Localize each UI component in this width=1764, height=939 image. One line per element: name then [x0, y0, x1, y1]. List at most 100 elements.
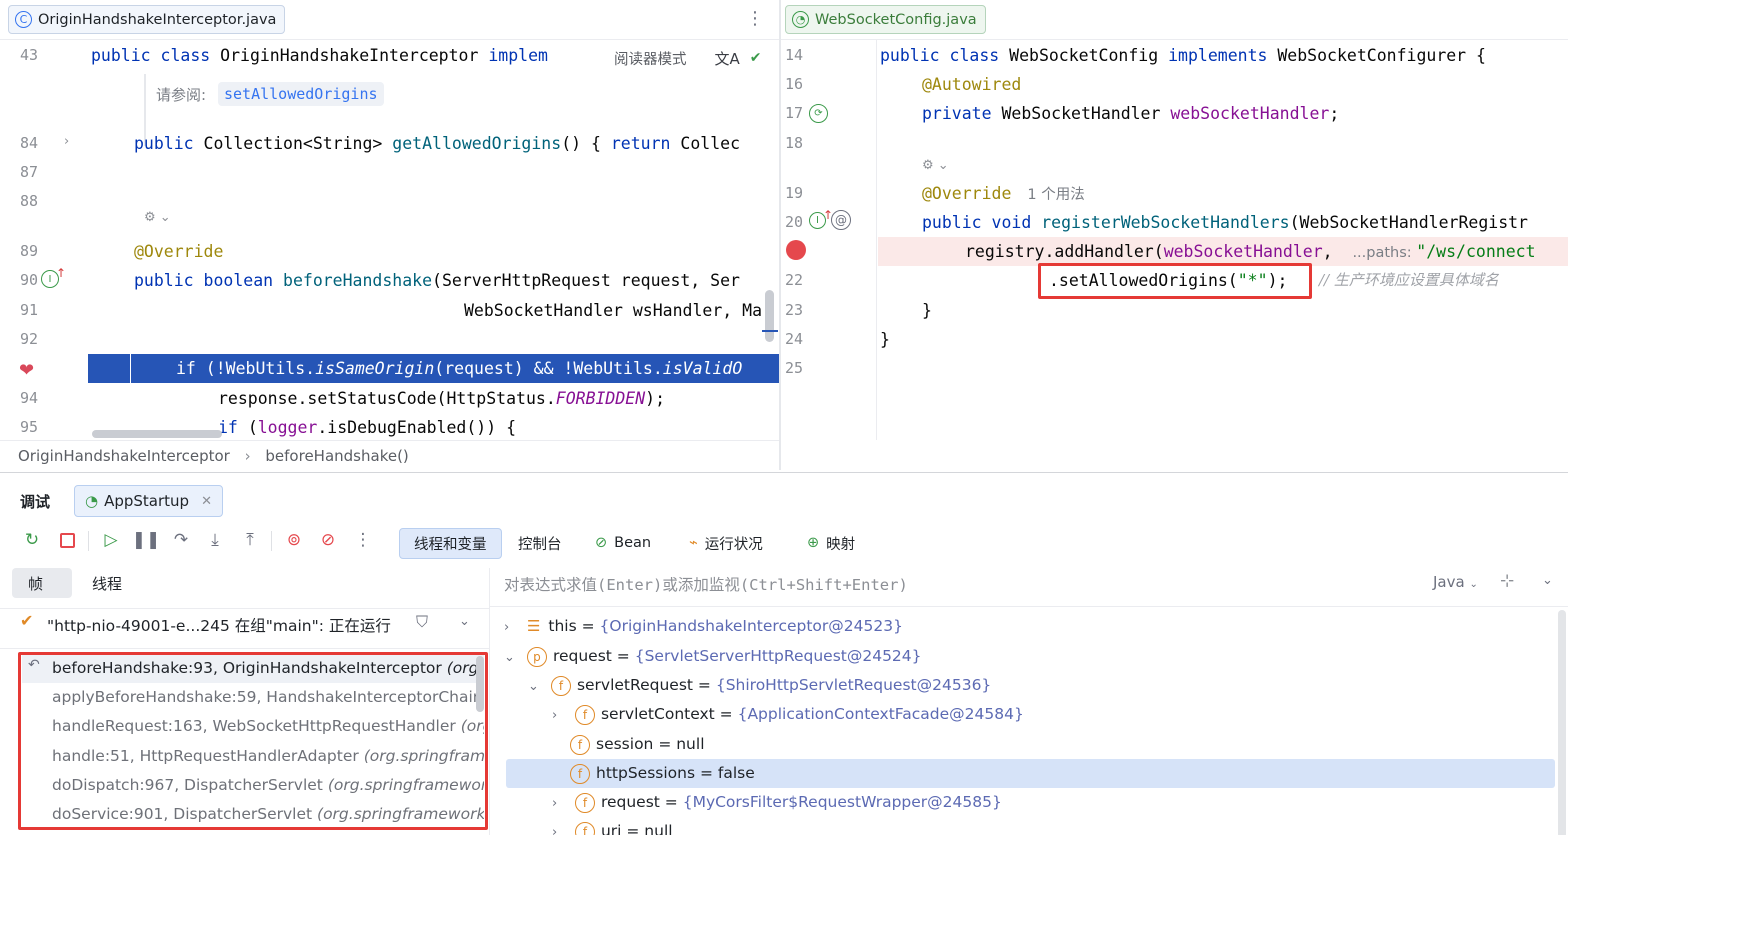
code-line-84: public Collection<String> getAllowedOrig… [134, 134, 741, 153]
line-number: 18 [784, 134, 803, 152]
line-number: 91 [19, 301, 38, 319]
code-line-90: public boolean beforeHandshake(ServerHtt… [134, 271, 740, 290]
resume-icon[interactable]: ▷ [96, 525, 126, 555]
session-tab-appstartup[interactable]: ◔ AppStartup ✕ [74, 485, 223, 517]
variable-row[interactable]: › ☰ this = {OriginHandshakeInterceptor@24… [504, 612, 903, 641]
variable-row[interactable]: ⌄ f servletRequest = {ShiroHttpServletReq… [528, 671, 991, 700]
usage-hint[interactable]: 1 个用法 [1027, 187, 1084, 203]
variables-scrollbar[interactable] [1558, 610, 1566, 835]
breadcrumb-separator: › [244, 447, 251, 465]
highlight-box-set-allowed-origins [1038, 263, 1312, 299]
evaluate-expression-input[interactable]: 对表达式求值(Enter)或添加监视(Ctrl+Shift+Enter) [504, 573, 908, 595]
line-number: 90 [19, 271, 38, 289]
session-tab-label: AppStartup [104, 492, 190, 510]
chevron-right-icon[interactable]: › [552, 818, 570, 835]
chevron-right-icon[interactable]: › [552, 701, 570, 730]
step-out-icon[interactable]: ⤒ [235, 525, 265, 555]
frames-panel: 帧 线程 ✔ "http-nio-49001-e...245 在组"main":… [0, 568, 490, 835]
vertical-scrollbar[interactable] [765, 290, 774, 342]
chevron-down-icon[interactable]: ⌄ [459, 614, 470, 629]
tab-health[interactable]: ⌁ 运行状况 [689, 528, 763, 558]
left-editor: C OriginHandshakeInterceptor.java ⋮ 阅读器模… [0, 0, 779, 470]
variable-row[interactable]: › f servletContext = {ApplicationContextF… [552, 700, 1024, 729]
line-number: 19 [784, 184, 803, 202]
line-number: 89 [19, 242, 38, 260]
field-icon: f [570, 763, 590, 784]
scroll-marker [762, 330, 778, 332]
breadcrumb-class[interactable]: OriginHandshakeInterceptor [18, 447, 230, 465]
close-icon[interactable]: ✕ [201, 494, 212, 509]
tab-threads-variables[interactable]: 线程和变量 [399, 528, 502, 559]
at-sign-icon[interactable]: @ [831, 210, 851, 230]
tab-websocket-config[interactable]: ◔ WebSocketConfig.java [785, 5, 986, 34]
field-icon: f [574, 821, 595, 835]
right-code-area[interactable]: public class WebSocketConfig implements … [878, 40, 1568, 440]
debug-title: 调试 [20, 493, 51, 511]
tab-threads[interactable]: 线程 [92, 573, 122, 594]
indent-guide [130, 354, 131, 383]
bean-link-icon[interactable]: ⟳ [809, 104, 828, 123]
code-comment: // 生产环境应设置具体域名 [1319, 271, 1499, 289]
ai-assist-icon[interactable]: ⚙ ⌄ [922, 158, 949, 173]
field-icon: f [570, 734, 590, 755]
variable-row[interactable]: › f uri = null [552, 817, 673, 835]
line-number: 20 [784, 213, 803, 231]
ai-assist-icon[interactable]: ⚙ ⌄ [144, 210, 171, 225]
step-over-icon[interactable]: ↷ [166, 525, 196, 555]
see-also-link[interactable]: setAllowedOrigins [218, 82, 384, 106]
breadcrumb-method[interactable]: beforeHandshake() [265, 447, 408, 465]
chevron-right-icon[interactable]: › [64, 134, 69, 149]
stop-icon[interactable] [52, 525, 82, 555]
left-code-area[interactable]: public class OriginHandshakeInterceptor … [88, 40, 779, 440]
right-editor: ◔ WebSocketConfig.java 14 16 17 ⟳ 18 19 … [781, 0, 1568, 470]
code-line-94: response.setStatusCode(HttpStatus.FORBID… [218, 389, 666, 408]
chevron-down-icon[interactable]: ⌄ [504, 643, 522, 672]
toolbar-separator [88, 531, 89, 551]
spring-boot-icon: ◔ [85, 492, 99, 510]
line-number: 23 [784, 301, 803, 319]
chevron-right-icon[interactable]: › [504, 613, 522, 642]
chevron-right-icon[interactable]: › [552, 789, 570, 818]
code-line-24: } [880, 330, 890, 349]
view-breakpoints-icon[interactable]: ⊚ [279, 525, 309, 555]
arrow-up-icon: ↑ [56, 266, 67, 280]
line-number: 88 [19, 192, 38, 210]
line-number: 87 [19, 163, 38, 181]
variable-row[interactable]: › f request = {MyCorsFilter$RequestWrappe… [552, 788, 1002, 817]
parameter-icon: p [526, 646, 547, 667]
stack-icon: ☰ [526, 617, 541, 635]
breakpoint-icon[interactable] [786, 240, 806, 260]
class-icon: C [15, 11, 32, 28]
variable-row[interactable]: ⌄ p request = {ServletServerHttpRequest@2… [504, 642, 922, 671]
code-line-43: public class OriginHandshakeInterceptor … [91, 46, 548, 65]
tab-origin-handshake-interceptor[interactable]: C OriginHandshakeInterceptor.java [8, 5, 286, 34]
toolbar-separator [271, 531, 272, 551]
tab-mappings[interactable]: ⊕ 映射 [807, 528, 855, 558]
code-line-95: if (logger.isDebugEnabled()) { [218, 418, 517, 437]
rerun-icon[interactable]: ↻ [17, 525, 47, 555]
chevron-down-icon[interactable]: ⌄ [1542, 573, 1553, 588]
right-gutter: 14 16 17 ⟳ 18 19 20 I ↑ @ 22 23 24 25 [781, 40, 877, 440]
more-options-icon[interactable]: ⋮ [348, 525, 378, 555]
breakpoint-hit-icon[interactable]: ❤ [19, 360, 34, 381]
mute-breakpoints-icon[interactable]: ⊘ [313, 525, 343, 555]
thread-selector[interactable]: "http-nio-49001-e...245 在组"main": 正在运行 [47, 614, 391, 636]
divider [490, 606, 1568, 607]
language-selector[interactable]: Java ⌄ [1433, 573, 1478, 591]
more-options-icon[interactable]: ⋮ [746, 8, 764, 29]
variable-row-selected[interactable]: f httpSessions = false [570, 759, 755, 788]
tab-bean[interactable]: ⊘ Bean [595, 528, 651, 558]
chevron-down-icon[interactable]: ⌄ [528, 672, 546, 701]
filter-icon[interactable]: ⛉ [416, 612, 428, 632]
variable-row[interactable]: f session = null [570, 730, 705, 759]
tab-frames[interactable]: 帧 [12, 568, 72, 598]
check-icon: ✔ [20, 611, 34, 630]
spring-config-icon: ◔ [792, 11, 809, 28]
right-tab-bar: ◔ WebSocketConfig.java [781, 0, 1568, 40]
add-watch-icon[interactable]: ⊹ [1500, 571, 1514, 591]
tab-console[interactable]: 控制台 [518, 528, 562, 558]
line-number: 17 [784, 104, 803, 122]
step-into-icon[interactable]: ⤓ [200, 525, 230, 555]
pause-icon[interactable]: ❚❚ [131, 525, 161, 555]
horizontal-scrollbar[interactable] [92, 430, 222, 438]
